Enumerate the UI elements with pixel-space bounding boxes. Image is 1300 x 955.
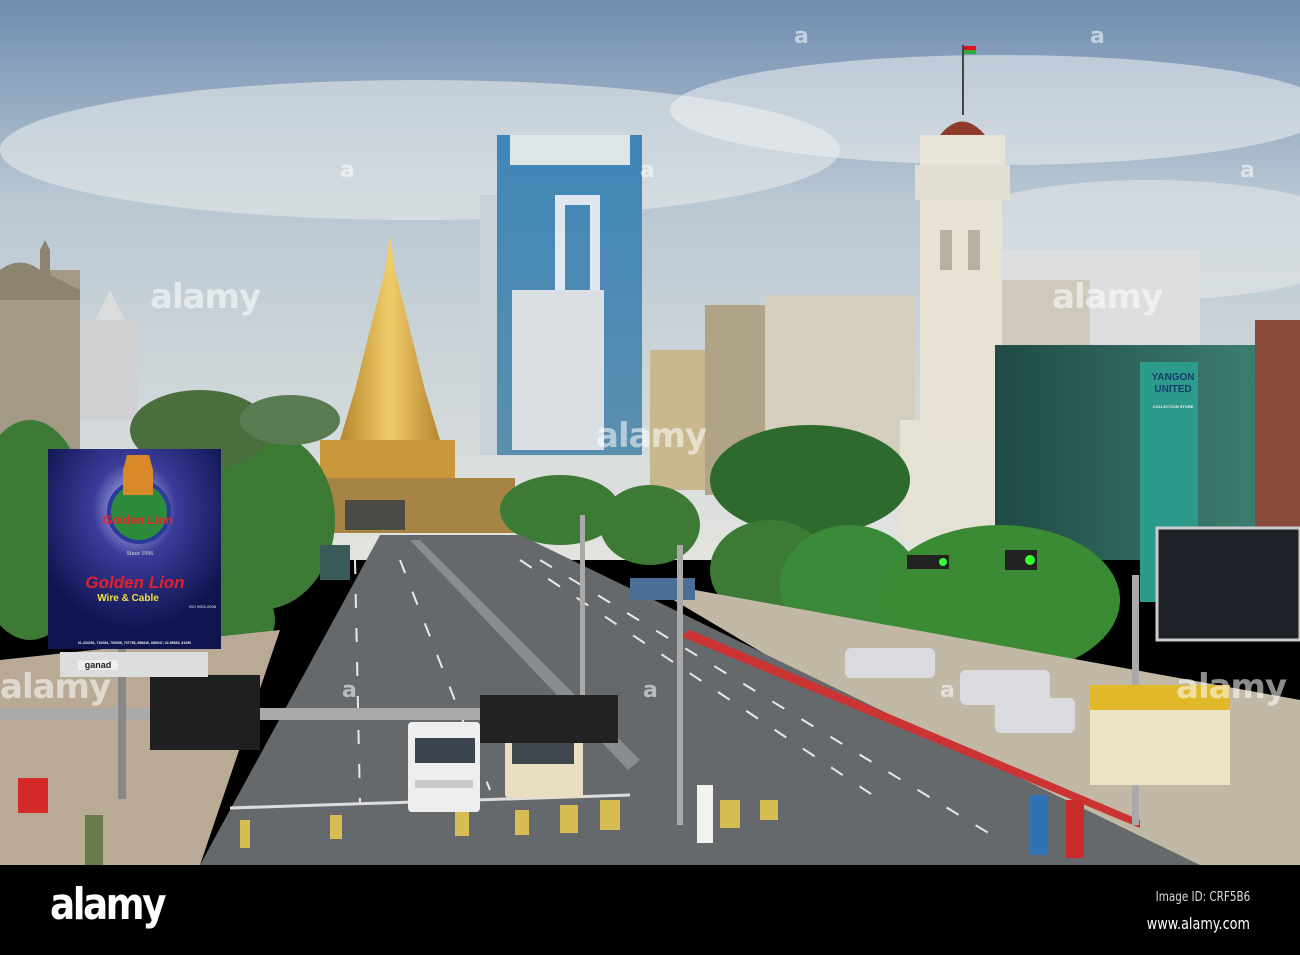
billboard-title: Golden Lion [85,573,185,592]
billboard-since: Since 1996 [126,551,154,557]
billboard-subtitle: Wire & Cable [97,593,159,604]
cream-van [505,738,583,798]
street-photo: Golden Lion Since 1996 Golden Lion Wire … [0,0,1300,865]
photo-scene [0,0,1300,865]
traffic-signal-back [150,675,260,750]
digital-billboard [1155,526,1300,642]
yangon-united-line2: UNITED [1154,384,1192,395]
site-url[interactable]: www.alamy.com [1147,914,1250,933]
footer-bar: alamy Image ID: CRF5B6 www.alamy.com [0,865,1300,955]
street-pole [580,515,585,695]
billboard-iso: ISO 9001:2008 [189,604,216,609]
stock-photo: Golden Lion Since 1996 Golden Lion Wire … [0,0,1300,955]
lion-logo [123,455,153,495]
yangon-united-subtitle: COLLECTION STORE [1152,404,1194,409]
billboard-phones: 01-224351, 710064, 705398, 707755, 66684… [77,641,192,645]
glass-skyscraper [480,135,642,455]
billboard-logo-text: Golden Lion [103,513,173,527]
yangon-united-line1: YANGON [1151,372,1195,383]
green-light [1025,555,1035,565]
green-light [939,558,947,566]
mailbox [18,778,48,813]
alamy-logo: alamy [50,879,166,930]
image-id: Image ID: CRF5B6 [1155,890,1250,905]
street-pole [677,545,683,825]
white-van [408,722,480,812]
kiosk-stripe [1090,685,1230,710]
shop-sign: ganad [78,660,118,670]
traffic-signal-back [480,695,618,743]
